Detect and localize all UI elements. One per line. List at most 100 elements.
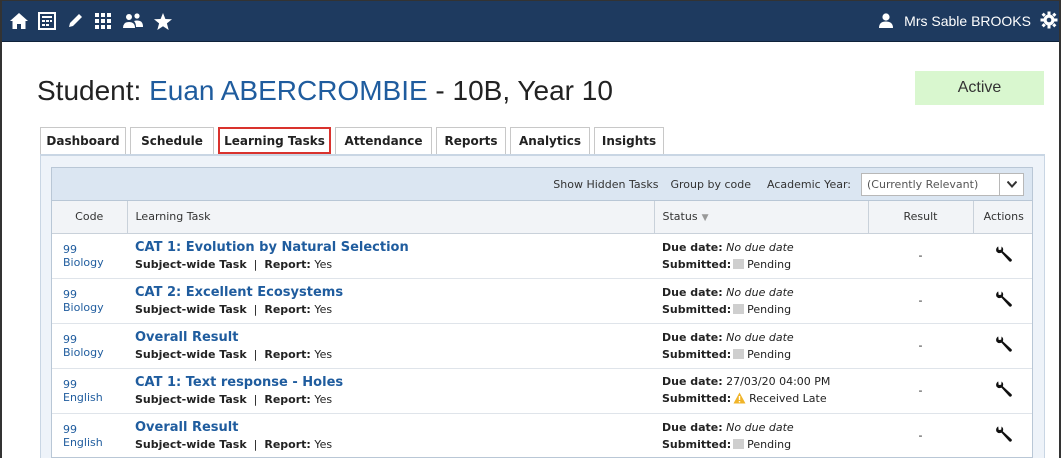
academic-year-select[interactable]: (Currently Relevant) [861, 172, 1024, 196]
task-title-link[interactable]: Overall Result [135, 420, 646, 435]
chevron-down-icon[interactable] [999, 173, 1023, 195]
task-code: 99 Biology [52, 233, 127, 279]
student-label: Student: [37, 75, 150, 106]
tab-reports[interactable]: Reports [436, 127, 506, 154]
show-hidden-tasks-button[interactable]: Show Hidden Tasks [553, 178, 658, 191]
submitted-label: Submitted: [662, 257, 732, 271]
due-date-value: No due date [726, 330, 794, 344]
wrench-icon[interactable] [995, 335, 1013, 353]
sort-down-icon: ▼ [701, 213, 709, 224]
pending-icon [733, 258, 745, 269]
task-result-value: - [918, 429, 923, 442]
task-result: - [868, 278, 973, 324]
task-meta: Subject-wide Task | Report: Yes [135, 393, 333, 406]
column-header-result[interactable]: Result [868, 201, 974, 234]
task-report-value: Yes [314, 438, 333, 451]
task-code-text: 99 English [63, 422, 103, 449]
warning-icon [733, 392, 746, 409]
task-report-value: Yes [314, 348, 333, 361]
learning-tasks-table: Code Learning Task Status ▼ Result Action… [52, 201, 1032, 457]
column-header-code[interactable]: Code [52, 201, 128, 234]
tab-insights[interactable]: Insights [594, 127, 664, 154]
submitted-label: Submitted: [662, 437, 732, 451]
task-result: - [868, 413, 973, 457]
task-status-cell: Due date: No due date Submitted: Pending [654, 278, 868, 324]
task-title-link[interactable]: CAT 1: Evolution by Natural Selection [135, 240, 646, 255]
user-name[interactable]: Mrs Sable BROOKS [904, 13, 1031, 29]
due-date-label: Due date: [662, 330, 723, 344]
status-badge: Active [915, 71, 1044, 105]
wrench-icon[interactable] [995, 245, 1013, 263]
calendar-icon[interactable] [36, 11, 58, 31]
task-code-text: 99 Biology [63, 287, 104, 314]
task-actions [973, 323, 1032, 369]
submitted-line: Submitted: Pending [662, 256, 860, 273]
due-date-line: Due date: No due date [662, 239, 860, 256]
star-icon[interactable] [152, 11, 174, 31]
table-row: 99 Biology CAT 1: Evolution by Natural S… [52, 233, 1032, 279]
task-actions [973, 278, 1032, 324]
task-status-cell: Due date: 27/03/20 04:00 PM Submitted: Re… [654, 368, 868, 414]
wrench-icon[interactable] [995, 425, 1013, 443]
task-title-link[interactable]: CAT 1: Text response - Holes [135, 375, 646, 390]
table-row: 99 English Overall Result Subject-wide T… [52, 413, 1032, 457]
grid-icon[interactable] [92, 11, 114, 31]
submitted-value: Pending [747, 302, 792, 316]
due-date-label: Due date: [662, 374, 723, 388]
task-title-link[interactable]: CAT 2: Excellent Ecosystems [135, 285, 646, 300]
task-type: Subject-wide Task [135, 348, 247, 361]
people-icon[interactable] [120, 11, 146, 31]
submitted-value: Pending [747, 257, 792, 271]
task-meta: Subject-wide Task | Report: Yes [135, 258, 333, 271]
student-class: - 10B, Year 10 [427, 75, 613, 106]
pending-icon [733, 303, 745, 314]
user-menu[interactable]: Mrs Sable BROOKS [878, 0, 1031, 42]
submitted-line: Submitted: Pending [662, 301, 860, 318]
pending-icon [733, 348, 745, 359]
task-cell: CAT 1: Text response - Holes Subject-wid… [127, 368, 654, 414]
tab-dashboard[interactable]: Dashboard [40, 127, 126, 154]
wrench-icon[interactable] [995, 290, 1013, 308]
pending-icon [733, 438, 745, 449]
due-date-label: Due date: [662, 285, 723, 299]
due-date-label: Due date: [662, 240, 723, 254]
gear-icon[interactable] [1039, 11, 1059, 31]
tab-analytics[interactable]: Analytics [510, 127, 590, 154]
column-header-learning-task[interactable]: Learning Task [127, 201, 655, 234]
due-date-line: Due date: No due date [662, 284, 860, 301]
tab-bar: Dashboard Schedule Learning Tasks Attend… [40, 127, 668, 154]
column-header-status[interactable]: Status ▼ [654, 201, 869, 234]
task-report-label: Report: [264, 393, 311, 406]
table-row: 99 Biology Overall Result Subject-wide T… [52, 323, 1032, 369]
academic-year-value: (Currently Relevant) [867, 177, 979, 191]
task-report-label: Report: [264, 258, 311, 271]
task-result: - [868, 368, 973, 414]
tab-learning-tasks[interactable]: Learning Tasks [218, 127, 331, 154]
learning-tasks-grid: Show Hidden Tasks Group by code Academic… [51, 167, 1033, 458]
task-code-text: 99 Biology [63, 242, 104, 269]
task-code: 99 English [52, 368, 127, 414]
home-icon[interactable] [8, 11, 30, 31]
column-header-actions: Actions [973, 201, 1032, 234]
due-date-value: No due date [726, 285, 794, 299]
task-result-value: - [918, 249, 923, 262]
table-header-row: Code Learning Task Status ▼ Result Action… [52, 201, 1032, 234]
student-name-link[interactable]: Euan ABERCROMBIE [149, 75, 428, 106]
grid-toolbar: Show Hidden Tasks Group by code Academic… [52, 168, 1032, 201]
group-by-code-button[interactable]: Group by code [670, 178, 751, 191]
task-result-value: - [918, 384, 923, 397]
tab-schedule[interactable]: Schedule [130, 127, 214, 154]
tab-attendance[interactable]: Attendance [335, 127, 432, 154]
task-title-link[interactable]: Overall Result [135, 330, 646, 345]
task-type: Subject-wide Task [135, 303, 247, 316]
submitted-label: Submitted: [662, 347, 732, 361]
task-result-value: - [918, 339, 923, 352]
academic-year-label: Academic Year: [767, 177, 851, 191]
wrench-icon[interactable] [995, 380, 1013, 398]
task-result: - [868, 233, 973, 279]
task-status-cell: Due date: No due date Submitted: Pending [654, 233, 868, 279]
task-type: Subject-wide Task [135, 258, 247, 271]
pencil-icon[interactable] [64, 11, 86, 31]
submitted-label: Submitted: [662, 391, 732, 405]
task-result: - [868, 323, 973, 369]
